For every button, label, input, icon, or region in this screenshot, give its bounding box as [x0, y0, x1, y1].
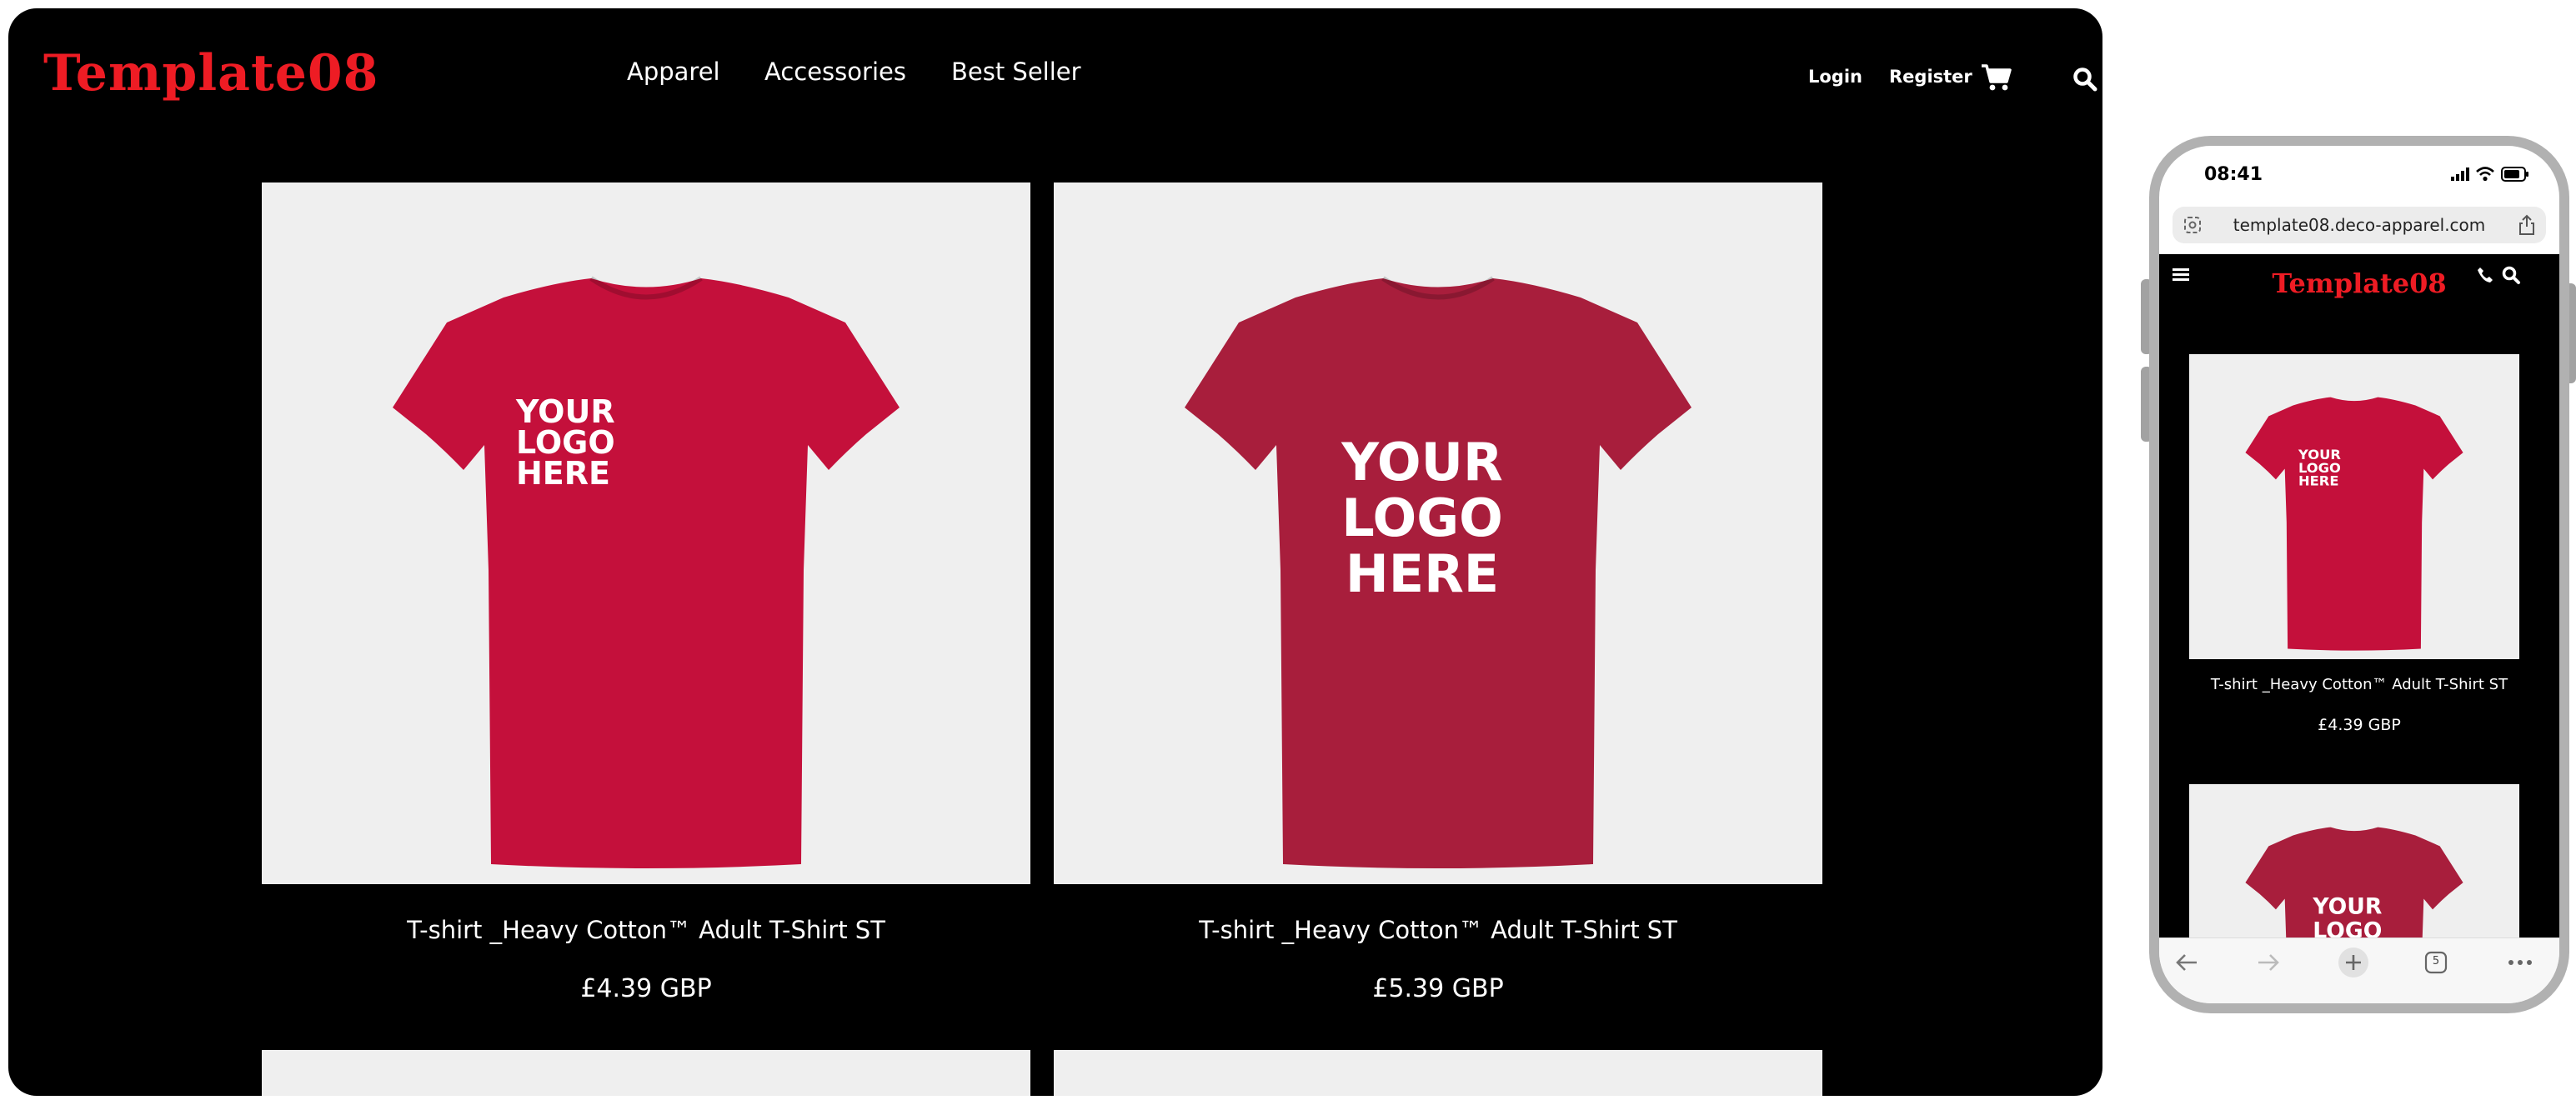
product-title[interactable]: T-shirt _Heavy Cotton™ Adult T-Shirt ST	[262, 916, 1030, 944]
logo-print-small: YOUR LOGO HERE	[515, 393, 615, 492]
logo-print-large: YOUR LOGO HERE	[1341, 432, 1503, 604]
product-price: £5.39 GBP	[1372, 974, 1504, 1003]
share-icon[interactable]	[2518, 214, 2536, 236]
wifi-icon	[2476, 167, 2494, 182]
url-bar[interactable]: template08.deco-apparel.com	[2173, 207, 2546, 243]
product-card[interactable]: YOUR LOGO HERE T-shirt _Heavy Cotton™ Ad…	[1054, 182, 1822, 1016]
product-title[interactable]: T-shirt _Heavy Cotton™ Adult T-Shirt ST	[1054, 916, 1822, 944]
mobile-product-image[interactable]: YOUR LOGO HERE	[2189, 784, 2519, 951]
mobile-product-title[interactable]: T-shirt _Heavy Cotton™ Adult T-Shirt ST	[2159, 676, 2559, 693]
login-link[interactable]: Login	[1808, 67, 1862, 87]
mobile-site-logo[interactable]: Template08	[2159, 268, 2559, 299]
product-card-next-row[interactable]	[262, 1050, 1030, 1096]
nav-apparel[interactable]: Apparel	[627, 58, 720, 86]
browser-toolbar: 5	[2159, 938, 2559, 1003]
url-text[interactable]: template08.deco-apparel.com	[2173, 215, 2546, 235]
product-card[interactable]: YOUR LOGO HERE T-shirt _Heavy Cotton™ Ad…	[262, 182, 1030, 1016]
mobile-page: Template08 YOUR LOGO HERE T-shirt _Heavy…	[2159, 254, 2559, 951]
tab-count: 5	[2432, 955, 2440, 968]
new-tab-plus-icon[interactable]	[2338, 947, 2369, 978]
mobile-product-price: £4.39 GBP	[2318, 716, 2401, 734]
back-arrow-icon[interactable]	[2174, 952, 2199, 973]
print-line-1: YOUR	[2312, 894, 2382, 920]
mobile-product-image[interactable]: YOUR LOGO HERE	[2189, 354, 2519, 659]
product-card-next-row[interactable]	[1054, 1050, 1822, 1096]
tab-switcher-icon[interactable]: 5	[2424, 951, 2448, 974]
more-options-icon[interactable]	[2508, 959, 2533, 966]
battery-icon	[2501, 167, 2529, 182]
forward-arrow-icon[interactable]	[2256, 952, 2281, 973]
desktop-site-view: Template08 Apparel Accessories Best Sell…	[8, 8, 2102, 1096]
register-link[interactable]: Register	[1889, 67, 1972, 87]
status-time: 08:41	[2204, 164, 2263, 185]
site-logo[interactable]: Template08	[43, 48, 378, 98]
cart-icon[interactable]	[1981, 63, 2012, 92]
print-line-3: HERE	[516, 455, 610, 492]
print-line-3: HERE	[1346, 543, 1499, 604]
product-price: £4.39 GBP	[580, 974, 712, 1003]
product-image[interactable]: YOUR LOGO HERE	[262, 182, 1030, 884]
signal-icon	[2451, 168, 2471, 181]
print-line-1: YOUR	[1341, 432, 1502, 492]
print-line-3: HERE	[2298, 473, 2339, 489]
product-image[interactable]: YOUR LOGO HERE	[1054, 182, 1822, 884]
logo-print-small: YOUR LOGO HERE	[2298, 447, 2341, 489]
phone-mockup: 08:41 template08.deco-apparel.com Templa…	[2149, 136, 2569, 1013]
search-icon[interactable]	[2072, 67, 2097, 92]
tshirt-shape	[393, 278, 900, 868]
nav-best-seller[interactable]: Best Seller	[951, 58, 1081, 86]
tshirt-shape	[2245, 397, 2463, 651]
search-icon[interactable]	[2501, 265, 2521, 285]
phone-screen: 08:41 template08.deco-apparel.com Templa…	[2159, 146, 2559, 1003]
print-line-2: LOGO	[1341, 488, 1503, 548]
phone-icon[interactable]	[2476, 266, 2494, 284]
nav-accessories[interactable]: Accessories	[764, 58, 906, 86]
